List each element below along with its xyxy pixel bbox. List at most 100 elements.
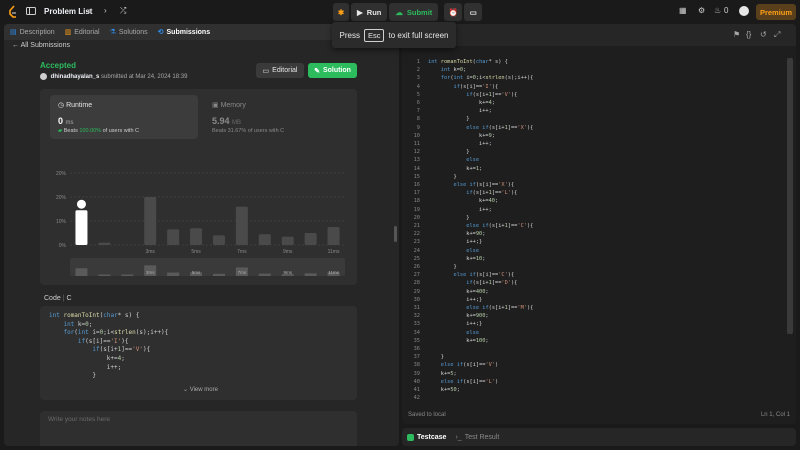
next-problem-icon[interactable]: › [104,6,107,15]
upload-cloud-icon: ☁ [395,7,403,17]
editor-code-line: } [428,173,457,180]
editor-code-line: k+=100; [428,337,489,344]
premium-button[interactable]: Premium [756,4,796,20]
editorial-button[interactable]: ▭ Editorial [256,63,304,78]
submit-button[interactable]: ☁ Submit [389,3,439,21]
panel-resize-handle[interactable] [394,226,397,242]
layout-icon[interactable]: ▦ [679,6,687,15]
chart-bar[interactable] [212,235,225,245]
view-more-link[interactable]: ⌄ View more [183,386,218,393]
editor-scrollbar[interactable] [787,58,793,334]
bookmark-icon[interactable]: ⚑ [733,30,740,39]
line-number: 40 [413,378,420,385]
chart-bar[interactable] [281,236,294,245]
chart-bar[interactable] [98,242,111,245]
chart-bar[interactable] [304,233,317,245]
code-line: i++; [49,363,122,371]
code-line: if(s[i+1]=='V'){ [92,346,151,354]
runtime-card[interactable]: ◷ Runtime 0 ms ▰ Beats 100.00% of users … [50,95,198,139]
leetcode-logo-icon[interactable] [8,5,18,19]
run-button[interactable]: ▶ Run [351,3,388,21]
y-tick-label: 10% [56,219,67,225]
testcase-check-icon [407,433,414,441]
line-number: 12 [413,149,420,156]
line-number: 8 [416,116,420,123]
debug-button[interactable]: ✱ [333,3,349,21]
code-area[interactable]: 1 int romanToInt(char* s) {2 int k=0; 3 fo… [402,56,796,406]
tab-description[interactable]: ▤ Description [10,28,55,37]
runtime-title-text: Runtime [66,102,93,109]
editor-code-line: i++; [428,108,492,115]
overview-tick-label: 9ms [283,270,292,275]
performance-card: ◷ Runtime 0 ms ▰ Beats 100.00% of users … [40,89,357,285]
tab-editorial[interactable]: ▥ Editorial [64,28,100,37]
solution-button[interactable]: ✎ Solution [308,63,357,78]
chart-bar[interactable] [75,210,88,245]
settings-gear-icon[interactable]: ⚙ [698,6,705,15]
submitter-username[interactable]: dhinadhayalan_s [51,74,100,80]
chart-bar[interactable] [144,197,157,245]
line-number: 34 [413,329,420,336]
editor-code-line: else [466,247,480,254]
overview-tick-label: 7ms [238,270,247,275]
tab-submissions[interactable]: ⟲ Submissions [157,28,210,37]
chart-bar[interactable] [167,229,180,245]
submitter-info: dhinadhayalan_s submitted at Mar 24, 202… [40,73,187,80]
editor-code-line: k+=50; [428,387,460,393]
chart-bar[interactable] [258,234,271,245]
runtime-value: 0 ms [58,116,74,126]
notes-area[interactable]: Write your notes here [40,411,357,446]
terminal-icon: ›_ [455,433,462,441]
editor-code-line: else if(s[i+1]=='C'){ [466,223,534,229]
saved-status: Saved to local [408,412,446,418]
solutions-icon: ⚗ [109,29,116,36]
problem-list-link[interactable]: Problem List [44,7,92,16]
memory-chip-icon: ▣ [212,102,219,109]
memory-value: 5.94 MB [212,116,241,126]
line-number: 17 [413,190,420,197]
overview-bar [304,273,317,276]
chart-bar[interactable] [190,228,203,245]
line-number: 29 [413,288,420,295]
tab-testcase[interactable]: Testcase [407,433,446,441]
editor-code-line: i++;} [428,321,483,328]
timer-button[interactable]: ⏰ [444,3,463,21]
tab-solutions-label: Solutions [118,28,148,36]
runtime-distribution-chart[interactable]: 20% 20% 10% 0% 3ms 5ms 7ms 9ms 11ms 3ms 5ms 7ms 9ms 1… [40,165,357,285]
line-number: 13 [413,157,420,164]
overview-bar [212,273,225,276]
runtime-unit: ms [65,120,74,126]
tab-test-result[interactable]: ›_ Test Result [455,434,499,441]
tab-solutions[interactable]: ⚗ Solutions [109,28,148,37]
line-number: 25 [413,255,420,262]
user-avatar[interactable] [739,6,749,16]
prev-problem-icon[interactable]: ‹ [88,6,91,15]
streak-fire-icon[interactable]: ♨ [714,6,721,15]
expand-icon[interactable]: ⤢ [774,30,780,40]
reset-icon[interactable]: ↺ [760,30,767,39]
chart-bar[interactable] [235,206,248,245]
editor-code-line: k+=4; [428,100,495,106]
line-number: 21 [413,223,420,229]
notes-button[interactable]: ▭ [464,3,483,21]
sidebar-toggle-icon[interactable] [26,6,36,18]
editor-code-line: i++;} [428,296,483,303]
notes-placeholder: Write your notes here [48,416,111,423]
submissions-icon: ⟲ [157,29,164,36]
editor-code-line: else if(s[i+1]=='M'){ [466,305,534,311]
line-number: 3 [416,75,420,82]
back-to-submissions[interactable]: ← All Submissions [12,42,70,49]
line-number: 35 [413,337,420,344]
memory-title: ▣ Memory [212,101,246,109]
editor-code-line: } [428,354,444,361]
chart-bar[interactable] [327,227,340,245]
line-number: 28 [413,280,420,287]
editorial-icon: ▥ [64,29,72,36]
x-tick-label: 7ms [237,249,247,255]
shuffle-icon[interactable]: ⤮ [120,6,126,16]
chart-range-selector[interactable] [70,258,345,276]
memory-card[interactable]: ▣ Memory 5.94 MB Beats 31.67% of users w… [204,95,352,139]
format-braces-icon[interactable]: {} [746,30,751,39]
x-tick-label: 11ms [328,249,340,255]
runtime-beats: ▰ Beats 100.00% of users with C [58,128,139,134]
